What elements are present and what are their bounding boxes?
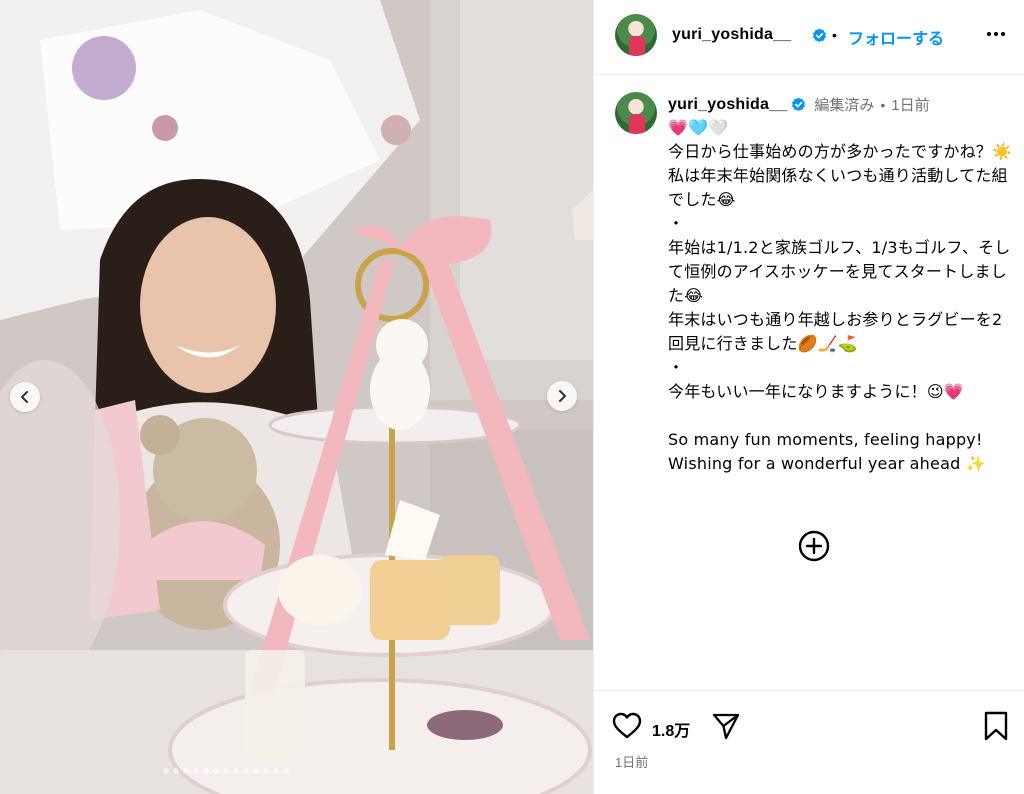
verified-badge-icon: [812, 28, 827, 43]
previous-slide-button[interactable]: [10, 382, 40, 412]
edited-label: 編集済み: [814, 97, 875, 114]
chevron-right-icon: [559, 390, 566, 402]
carousel-dot: [183, 768, 189, 774]
carousel-dot: [193, 768, 199, 774]
add-circle-icon[interactable]: [798, 530, 830, 562]
next-slide-button[interactable]: [547, 381, 577, 411]
carousel-dot: [243, 768, 249, 774]
post-photo: [0, 0, 593, 794]
bookmark-icon[interactable]: [983, 711, 1009, 741]
carousel-dot: [163, 768, 169, 774]
carousel-dot: [203, 768, 209, 774]
heart-icon[interactable]: [612, 712, 642, 740]
post-detail-panel: yuri_yoshida__ • フォローする yuri_yoshida__ 編…: [593, 0, 1024, 794]
like-count[interactable]: 1.8万: [652, 717, 690, 741]
verified-badge-icon: [792, 97, 806, 112]
carousel-dot: [213, 768, 219, 774]
post-time[interactable]: 1日前: [891, 94, 929, 115]
separator-dot: •: [880, 96, 886, 113]
follow-button[interactable]: フォローする: [848, 25, 944, 49]
caption-username[interactable]: yuri_yoshida__: [668, 96, 787, 114]
send-icon[interactable]: [711, 711, 741, 741]
avatar[interactable]: [615, 14, 657, 56]
avatar[interactable]: [615, 92, 657, 134]
carousel-dot: [273, 768, 279, 774]
separator-dot: •: [832, 27, 837, 43]
carousel-dot: [253, 768, 259, 774]
caption-text: 💗🩵🤍 今日から仕事始めの方が多かったですかね？☀️ 私は年末年始関係なくいつも…: [668, 118, 1013, 473]
carousel-dot: [233, 768, 239, 774]
carousel-indicator: [163, 768, 289, 774]
chevron-left-icon: [21, 391, 28, 403]
carousel-dot: [173, 768, 179, 774]
carousel-dot: [263, 768, 269, 774]
post-image[interactable]: [0, 0, 593, 794]
caption-section: yuri_yoshida__ 編集済み • 1日前 💗🩵🤍 今日から仕事始めの方…: [594, 76, 1024, 690]
carousel-dot: [223, 768, 229, 774]
post-header: yuri_yoshida__ • フォローする: [594, 0, 1024, 75]
post-date[interactable]: 1日前: [615, 752, 648, 771]
more-horizontal-icon[interactable]: [984, 22, 1008, 46]
carousel-dot: [283, 768, 289, 774]
post-actions: 1.8万 1日前: [594, 690, 1024, 794]
username[interactable]: yuri_yoshida__: [672, 26, 791, 44]
caption-header: yuri_yoshida__ 編集済み • 1日前: [668, 94, 930, 115]
